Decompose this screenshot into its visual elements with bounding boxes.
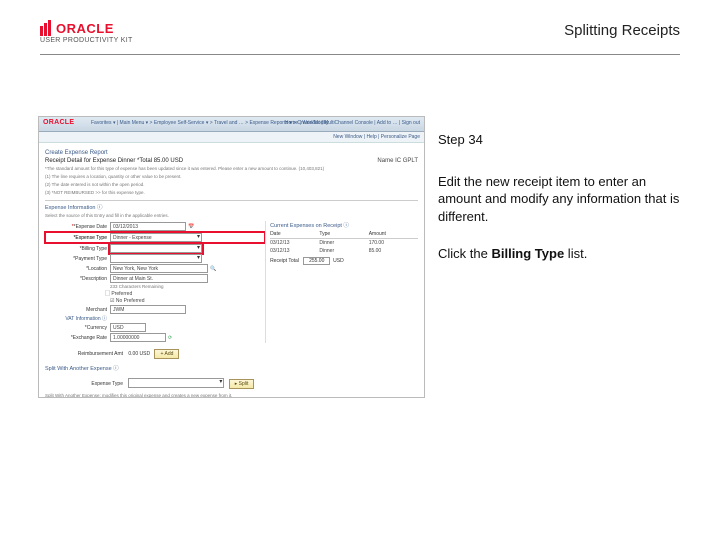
chars-remaining: 233 Characters Remaining	[110, 284, 164, 289]
row-vat: VAT Information ⓘ	[45, 315, 265, 322]
preferred-checkbox[interactable]: ⃞ Preferred	[110, 290, 132, 297]
row-expense-date: **Expense Date 03/12/2013 📅	[45, 222, 265, 231]
label-description: *Description	[80, 276, 107, 282]
note-3: (2) The date entered is not within the o…	[45, 182, 418, 188]
table-row[interactable]: 03/12/13 Dinner 85.00	[270, 247, 418, 255]
reimb-value: 0.00 USD	[128, 351, 150, 357]
row-billing-type: *Billing Type	[45, 244, 265, 253]
app-topbar: ORACLE Favorites ▾ | Main Menu ▾ > Emplo…	[39, 117, 424, 132]
payment-type-field[interactable]	[110, 254, 202, 263]
app-subbar: New Window | Help | Personalize Page	[39, 132, 424, 143]
receipt-title-text: Receipt Detail for Expense Dinner *Total…	[45, 158, 183, 164]
label-payment-type: *Payment Type	[73, 256, 107, 262]
action-suffix: list.	[564, 246, 587, 261]
billing-type-field[interactable]	[110, 244, 202, 253]
label-billing-type: *Billing Type	[80, 246, 107, 252]
location-field[interactable]: New York, New York	[110, 264, 208, 273]
split-row: Expense Type ▸ Split	[45, 378, 418, 388]
current-expenses-header: Current Expenses on Receipt ⓘ	[270, 221, 418, 229]
calendar-icon[interactable]: 📅	[188, 224, 194, 230]
topbar-links[interactable]: Home | Worklist | MultiChannel Console |…	[285, 120, 420, 126]
expense-date-field[interactable]: 03/12/2013	[110, 222, 186, 231]
page-title: Splitting Receipts	[564, 22, 680, 39]
row-description: *Description Dinner at Main St.	[45, 274, 265, 283]
report-name: Name IC GPLT	[377, 158, 418, 164]
expense-info-hint: Select the source of this Entry and fill…	[45, 213, 418, 219]
add-button[interactable]: + Add	[154, 349, 179, 359]
description-field[interactable]: Dinner at Main St.	[110, 274, 208, 283]
oracle-logo: ORACLE USER PRODUCTIVITY KIT	[40, 18, 133, 44]
expense-type-field[interactable]: Dinner - Expense	[110, 233, 202, 242]
form-right-column: Current Expenses on Receipt ⓘ Date Type …	[265, 221, 418, 343]
table-header: Date Type Amount	[270, 231, 418, 239]
split-header: Split With Another Expense ⓘ	[45, 364, 418, 372]
brand-name: ORACLE	[56, 21, 114, 36]
row-currency: *Currency USD	[45, 323, 265, 332]
row-payment-type: *Payment Type	[45, 254, 265, 263]
lookup-icon[interactable]: 🔍	[210, 266, 216, 272]
row-preferred: ⃞ Preferred	[45, 290, 265, 297]
step-label: Step 34	[438, 131, 682, 149]
table-row[interactable]: 03/12/13 Dinner 170.00	[270, 239, 418, 247]
note-1: *The standard amount for this type of ex…	[45, 166, 418, 172]
app-screenshot: ORACLE Favorites ▾ | Main Menu ▾ > Emplo…	[38, 116, 425, 398]
label-merchant: Merchant	[86, 307, 107, 313]
exchange-rate-field[interactable]: 1.00000000	[110, 333, 166, 342]
split-button[interactable]: ▸ Split	[229, 379, 255, 389]
action-prefix: Click the	[438, 246, 491, 261]
merchant-field[interactable]: JWM	[110, 305, 186, 314]
label-location: *Location	[86, 266, 107, 272]
expenses-table: Date Type Amount 03/12/13 Dinner 170.00 …	[270, 231, 418, 264]
nonpreferred-checkbox[interactable]: ☑ No Preferred	[110, 298, 145, 304]
window-links[interactable]: New Window | Help | Personalize Page	[39, 132, 424, 142]
label-exchange-rate: *Exchange Rate	[71, 335, 107, 341]
th-type: Type	[319, 231, 368, 237]
rate-icon[interactable]: ⟳	[168, 335, 172, 341]
label-expense-type: *Expense Type	[73, 235, 107, 241]
instruction-action: Click the Billing Type list.	[438, 245, 682, 263]
row-chars-remaining: 233 Characters Remaining	[45, 284, 265, 289]
vat-link[interactable]: VAT Information ⓘ	[45, 315, 110, 322]
section-heading: Create Expense Report	[45, 150, 418, 156]
note-4: (3) *NOT REIMBURSED >> for this expense …	[45, 190, 418, 196]
receipt-total-label: Receipt Total	[270, 258, 299, 264]
action-target: Billing Type	[491, 246, 564, 261]
receipt-title: Receipt Detail for Expense Dinner *Total…	[45, 158, 418, 164]
app-logo: ORACLE	[43, 119, 74, 126]
receipt-total-row: Receipt Total 255.00 USD	[270, 258, 418, 264]
row-exchange-rate: *Exchange Rate 1.00000000 ⟳	[45, 333, 265, 342]
brand-subtitle: USER PRODUCTIVITY KIT	[40, 37, 133, 44]
split-expense-type-field[interactable]	[128, 378, 224, 388]
header-rule	[40, 54, 680, 55]
row-expense-type: *Expense Type Dinner - Expense	[45, 232, 265, 243]
receipt-total-ccy: USD	[333, 258, 344, 264]
row-nonpreferred: ☑ No Preferred	[45, 298, 265, 304]
reimbursement-row: Reimbursement Amt 0.00 USD + Add	[45, 349, 418, 359]
form-left-column: **Expense Date 03/12/2013 📅 *Expense Typ…	[45, 221, 265, 343]
row-merchant: Merchant JWM	[45, 305, 265, 314]
note-2: (1) The line requires a location, quanti…	[45, 174, 418, 180]
instruction-panel: Step 34 Edit the new receipt item to ent…	[438, 131, 682, 283]
reimb-label: Reimbursement Amt	[45, 351, 127, 357]
expense-info-header: Expense Information ⓘ	[45, 200, 418, 211]
currency-field[interactable]: USD	[110, 323, 146, 332]
th-amount: Amount	[369, 231, 418, 237]
label-currency: *Currency	[85, 325, 107, 331]
label-expense-date: *Expense Date	[74, 224, 107, 230]
split-footnote: Split With Another Expense: modifies thi…	[45, 393, 418, 398]
split-type-label: Expense Type	[45, 381, 127, 387]
receipt-total-value: 255.00	[303, 257, 330, 265]
row-location: *Location New York, New York 🔍	[45, 264, 265, 273]
th-date: Date	[270, 231, 319, 237]
instruction-body: Edit the new receipt item to enter an am…	[438, 173, 682, 226]
